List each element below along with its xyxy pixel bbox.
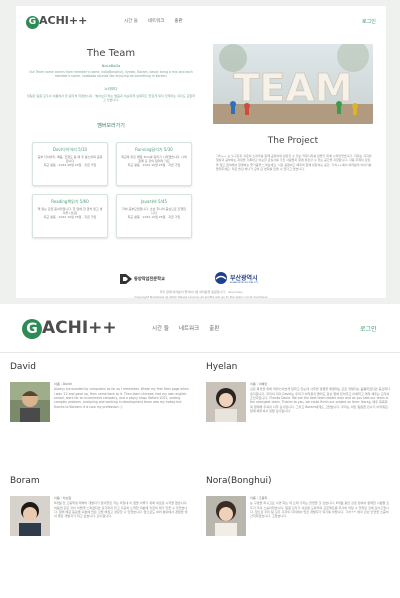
club-card-body: 공부 다이어리, 배움, 진행도 등 매 주 분노하며 공유합니다 최근 활동 :… bbox=[37, 155, 103, 168]
member-name: Hyelan bbox=[206, 362, 238, 372]
member-photo-david bbox=[10, 382, 50, 422]
sponsor1-name: 동양작업전문학교 bbox=[134, 276, 165, 281]
nav-links: 시간 들 네트워크 출판 bbox=[152, 324, 229, 332]
club-card-title: Running달리기 5/30 bbox=[135, 147, 173, 152]
footer-line-1: 우리 함께 여러분이 즐겨하시면 여러분을 응원합니다 · dev.index bbox=[159, 290, 243, 294]
members-page: G ACHI++ 시간 들 네트워크 출판 로그인 David 이름 : Davi… bbox=[0, 304, 400, 598]
logo-text: ACHI++ bbox=[42, 318, 117, 338]
member-bio: 이름 : 조봉희 눈 구경을 하시고요 나면 하는 데 오래 가지는 않았을 것… bbox=[250, 496, 390, 519]
logo[interactable]: G ACHI++ bbox=[26, 14, 87, 29]
member-photo-nora bbox=[206, 496, 246, 536]
member-name: Nora(Bonghui) bbox=[206, 476, 272, 486]
member-bio-text: 눈 구경을 하시고요 나면 하는 데 오래 가지는 않았을 것 같습니다. 6개… bbox=[250, 501, 390, 519]
project-title: The Project bbox=[267, 136, 319, 146]
top-nav: G ACHI++ 시간 들 네트워크 출판 로그인 bbox=[16, 6, 386, 36]
member-bio-text: 6개월 전 고등학생 때부터 개발자가 꿈이었던 저는 마침내 이 꿈을 이루기… bbox=[54, 501, 188, 519]
sponsor-logo-dongyang[interactable]: 동양작업전문학교 bbox=[120, 272, 184, 286]
nav-item-3[interactable]: 출판 bbox=[174, 18, 182, 24]
nav-item-2[interactable]: 네트워크 bbox=[179, 324, 199, 332]
club-card[interactable]: Reading책읽기 5/60 책 읽는 모임 동아리입니다. 한 달에 한 권… bbox=[32, 194, 108, 238]
nav-item-2[interactable]: 네트워크 bbox=[148, 18, 165, 24]
logo-text: ACHI++ bbox=[39, 14, 88, 27]
nav-item-3[interactable]: 출판 bbox=[209, 324, 219, 332]
club-card[interactable]: Dev/다이어리 5/10 공부 다이어리, 배움, 진행도 등 매 주 분노하… bbox=[32, 142, 108, 186]
sponsor2-name: 부산광역시 bbox=[230, 274, 258, 282]
club-card[interactable]: Running달리기 5/30 최근에 우린 매일 3km를 달리기 시작했습니… bbox=[116, 142, 192, 186]
member-name-line: 이름 : 이혜란 bbox=[250, 382, 268, 386]
avatar-boram bbox=[10, 496, 50, 536]
members-nav: G ACHI++ 시간 들 네트워크 출판 로그인 bbox=[0, 304, 400, 352]
member-name-line: 이름 : David bbox=[54, 382, 72, 386]
nav-item-1[interactable]: 시간 들 bbox=[124, 18, 138, 24]
avatar-hyelan bbox=[206, 382, 246, 422]
member-name-line: 이름 : 조봉희 bbox=[250, 496, 268, 500]
club-card-title: Reading책읽기 5/60 bbox=[51, 199, 89, 204]
sponsor-logo-busan[interactable]: 부산광역시 BUSAN METROPOLITAN CITY bbox=[214, 270, 278, 286]
logo[interactable]: G ACHI++ bbox=[22, 318, 117, 339]
busan-logo-icon bbox=[215, 272, 227, 284]
footer-copyright: Copyright Nolaboda @ 2022 Wassz science … bbox=[134, 295, 268, 299]
member-name: David bbox=[10, 362, 36, 372]
login-button[interactable]: 로그인 bbox=[362, 18, 376, 25]
member-bio-text: Always surrounded by computers as far as… bbox=[54, 387, 189, 409]
logo-icon: G bbox=[22, 319, 42, 339]
member-photo-hyelan bbox=[206, 382, 246, 422]
page: G ACHI++ 시간 들 네트워크 출판 로그인 The Team NoLaBo… bbox=[0, 0, 400, 598]
team-korean-name: 노라보다 bbox=[104, 87, 118, 91]
club-card-title: Java자바 5/45 bbox=[140, 199, 168, 204]
nav-item-1[interactable]: 시간 들 bbox=[152, 324, 169, 332]
nav-divider bbox=[0, 352, 400, 353]
member-name: Boram bbox=[10, 476, 40, 486]
club-card-body: 자바 공부모임입니다. 초보 주니어 중심으로 진행합니다 최근 활동 : 202… bbox=[122, 207, 186, 220]
team-name-line: NoLaBoDa bbox=[101, 64, 121, 68]
avatar-david bbox=[10, 382, 50, 422]
member-bio: 이름 : 차보람 6개월 전 고등학생 때부터 개발자가 꿈이었던 저는 마침내… bbox=[54, 496, 190, 519]
club-card-body: 최근에 우린 매일 3km를 달리기 시작했습니다. 나와 함께 요 같이 달리… bbox=[121, 155, 187, 168]
team-hero-illustration: TEAM bbox=[213, 44, 373, 124]
member-photo-boram bbox=[10, 496, 50, 536]
nav-links: 시간 들 네트워크 출판 bbox=[124, 18, 193, 24]
main-card: G ACHI++ 시간 들 네트워크 출판 로그인 The Team NoLaBo… bbox=[16, 6, 386, 299]
project-text: 가치++ 는 누구든지 서로의 노하우를 함께 공유하며 성장할 수 있는 커뮤… bbox=[216, 154, 372, 171]
member-bio: 이름 : David Always surrounded by computer… bbox=[54, 382, 190, 409]
member-bio-text: 같은 목적을 위해 4명이 바쁘게 일하고 있는데 사무면 경쟁을 해결하는 모… bbox=[250, 387, 390, 414]
members-link[interactable]: 멤버보러가기 bbox=[36, 122, 186, 129]
sponsor2-name-en: BUSAN METROPOLITAN CITY bbox=[230, 281, 259, 284]
footer: 동양작업전문학교 부산광역시 BUSAN METROPOLITAN CITY 우… bbox=[16, 264, 386, 299]
member-bio: 이름 : 이혜란 같은 목적을 위해 4명이 바쁘게 일하고 있는데 사무면 경… bbox=[250, 382, 390, 413]
logo-icon: G bbox=[26, 16, 39, 29]
avatar-nora bbox=[206, 496, 246, 536]
team-title: The Team bbox=[86, 48, 136, 59]
club-card-body: 책 읽는 모임 동아리입니다. 한 달에 한 권씩 읽고 생각을 나눠요 최근 활… bbox=[37, 207, 103, 220]
dongyang-logo-icon bbox=[120, 274, 132, 284]
club-card-title: Dev/다이어리 5/10 bbox=[52, 147, 88, 152]
member-name-line: 이름 : 차보람 bbox=[54, 496, 72, 500]
sponsor2-label: 부산광역시 BUSAN METROPOLITAN CITY bbox=[230, 273, 258, 284]
login-button[interactable]: 로그인 bbox=[360, 324, 377, 333]
team-hero-image: TEAM bbox=[213, 44, 373, 124]
club-card[interactable]: Java자바 5/45 자바 공부모임입니다. 초보 주니어 중심으로 진행합니… bbox=[116, 194, 192, 238]
svg-text:TEAM: TEAM bbox=[233, 66, 352, 110]
team-english-desc: Our Team name comes from member's name, … bbox=[29, 70, 193, 79]
team-korean-desc: 임팀은 팀원 모두의 이름에서 한 글자씩 따왔습니다. '놀아보다'라는 발음… bbox=[26, 94, 196, 103]
